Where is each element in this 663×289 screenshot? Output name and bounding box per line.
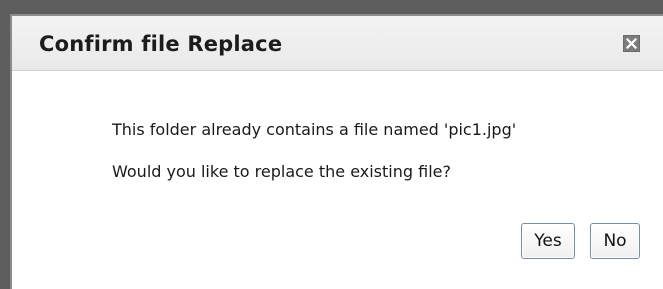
close-icon (626, 38, 637, 49)
dialog-title: Confirm file Replace (39, 32, 283, 56)
no-button[interactable]: No (590, 223, 640, 259)
backdrop-edge (0, 0, 10, 289)
dialog-message-line-1: This folder already contains a file name… (112, 120, 517, 139)
close-button[interactable] (623, 35, 640, 52)
backdrop (0, 0, 663, 14)
yes-button[interactable]: Yes (521, 223, 575, 259)
dialog-titlebar: Confirm file Replace (12, 16, 663, 71)
confirm-dialog: Confirm file Replace This folder already… (10, 14, 663, 289)
dialog-message-line-2: Would you like to replace the existing f… (112, 162, 451, 181)
